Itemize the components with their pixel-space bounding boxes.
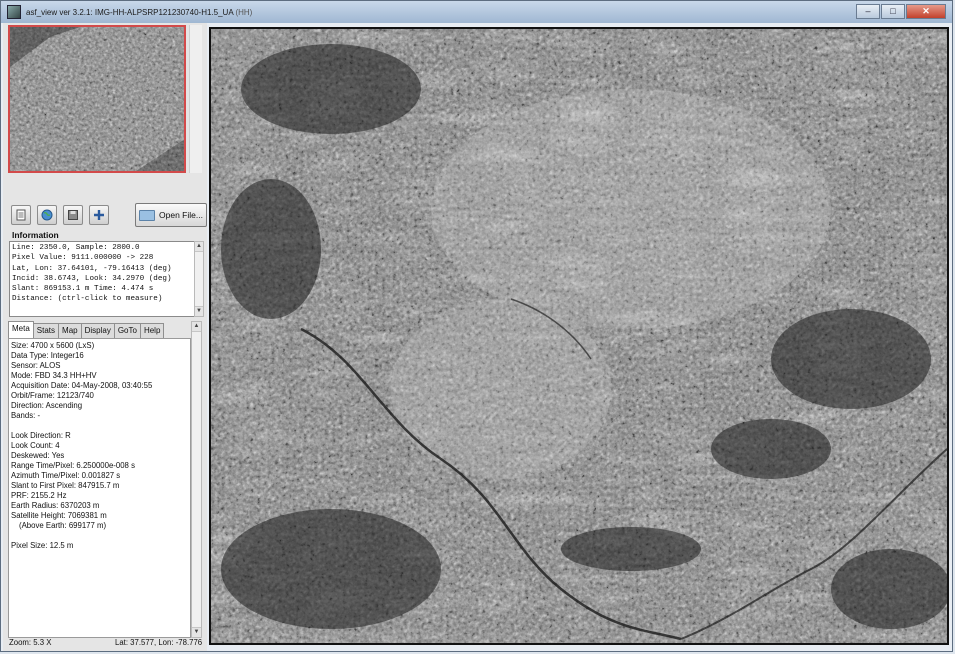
metadata-panel: Size: 4700 x 5600 (LxS) Data Type: Integ… [8, 338, 191, 638]
app-icon [7, 5, 21, 19]
meta-line: PRF: 2155.2 Hz [11, 491, 67, 500]
scroll-up-arrow-icon[interactable]: ▲ [192, 322, 201, 332]
title-bar[interactable]: asf_view ver 3.2.1: IMG-HH-ALPSRP1212307… [1, 1, 952, 23]
info-line: Pixel Value: 9111.000000 -> 228 [12, 254, 154, 263]
zoom-status: Zoom: 5.3 X [9, 638, 52, 647]
meta-line: Direction: Ascending [11, 401, 83, 410]
info-line: Slant: 869153.1 m Time: 4.474 s [12, 285, 154, 294]
meta-line: Slant to First Pixel: 847915.7 m [11, 481, 120, 490]
save-icon[interactable] [63, 205, 83, 225]
globe-icon[interactable] [37, 205, 57, 225]
meta-line: Data Type: Integer16 [11, 351, 84, 360]
scroll-down-arrow-icon[interactable]: ▼ [195, 306, 203, 316]
meta-line: (Above Earth: 699177 m) [19, 521, 107, 530]
meta-line: Mode: FBD 34.3 HH+HV [11, 371, 97, 380]
left-panel: Open File... Information Line: 2350.0, S… [3, 23, 207, 651]
meta-line: Look Count: 4 [11, 441, 60, 450]
meta-line: Orbit/Frame: 12123/740 [11, 391, 94, 400]
sar-image-view[interactable] [209, 27, 949, 645]
information-scrollbar[interactable]: ▲ ▼ [194, 241, 204, 317]
folder-icon [139, 209, 156, 221]
window-title-suffix: (HH) [235, 7, 253, 17]
cursor-latlon-status: Lat: 37.577, Lon: -78.776 [115, 638, 203, 647]
app-window: asf_view ver 3.2.1: IMG-HH-ALPSRP1212307… [0, 0, 953, 652]
crosshair-icon[interactable] [89, 205, 109, 225]
maximize-button[interactable]: □ [881, 4, 905, 19]
sar-image [211, 29, 947, 643]
information-heading: Information [12, 230, 59, 240]
open-file-button[interactable]: Open File... [135, 203, 207, 227]
scroll-up-arrow-icon[interactable]: ▲ [195, 242, 203, 252]
tab-bar: Meta Stats Map Display GoTo Help [8, 321, 165, 338]
meta-line: Satellite Height: 7069381 m [11, 511, 107, 520]
overview-thumbnail-image [10, 27, 184, 171]
tab-meta[interactable]: Meta [8, 321, 34, 338]
tab-help[interactable]: Help [139, 323, 165, 338]
window-title-text: asf_view ver 3.2.1: IMG-HH-ALPSRP1212307… [26, 7, 234, 17]
tab-map[interactable]: Map [58, 323, 82, 338]
information-box: Line: 2350.0, Sample: 2800.0 Pixel Value… [9, 241, 195, 317]
meta-line: Look Direction: R [11, 431, 71, 440]
meta-spacer [11, 421, 188, 431]
window-title: asf_view ver 3.2.1: IMG-HH-ALPSRP1212307… [26, 8, 252, 17]
meta-spacer [11, 531, 188, 541]
info-line: Lat, Lon: 37.64101, -79.16413 (deg) [12, 264, 172, 273]
info-line: Incid: 38.6743, Look: 34.2970 (deg) [12, 274, 172, 283]
properties-icon[interactable] [11, 205, 31, 225]
meta-line: Pixel Size: 12.5 m [11, 541, 74, 550]
meta-line: Bands: - [11, 411, 41, 420]
meta-line: Deskewed: Yes [11, 451, 65, 460]
open-file-label: Open File... [159, 210, 203, 220]
minimize-button[interactable]: – [856, 4, 880, 19]
window-controls: – □ ✕ [855, 4, 946, 19]
info-line: Line: 2350.0, Sample: 2800.0 [12, 244, 140, 252]
tab-goto[interactable]: GoTo [113, 323, 141, 338]
thumbnail-scrollbar[interactable] [189, 25, 202, 173]
overview-thumbnail[interactable] [8, 25, 186, 173]
meta-line: Size: 4700 x 5600 (LxS) [11, 341, 95, 350]
close-button[interactable]: ✕ [906, 4, 946, 19]
info-line: Distance: (ctrl-click to measure) [12, 295, 163, 304]
meta-line: Earth Radius: 6370203 m [11, 501, 100, 510]
metadata-scrollbar[interactable]: ▲ ▼ [191, 321, 202, 638]
tab-stats[interactable]: Stats [32, 323, 60, 338]
meta-line: Range Time/Pixel: 6.250000e-008 s [11, 461, 135, 470]
meta-line: Azimuth Time/Pixel: 0.001827 s [11, 471, 121, 480]
toolbar [11, 205, 109, 225]
meta-line: Acquisition Date: 04-May-2008, 03:40:55 [11, 381, 153, 390]
meta-line: Sensor: ALOS [11, 361, 61, 370]
status-bar: Zoom: 5.3 X Lat: 37.577, Lon: -78.776 [3, 635, 953, 651]
tab-display[interactable]: Display [80, 323, 115, 338]
